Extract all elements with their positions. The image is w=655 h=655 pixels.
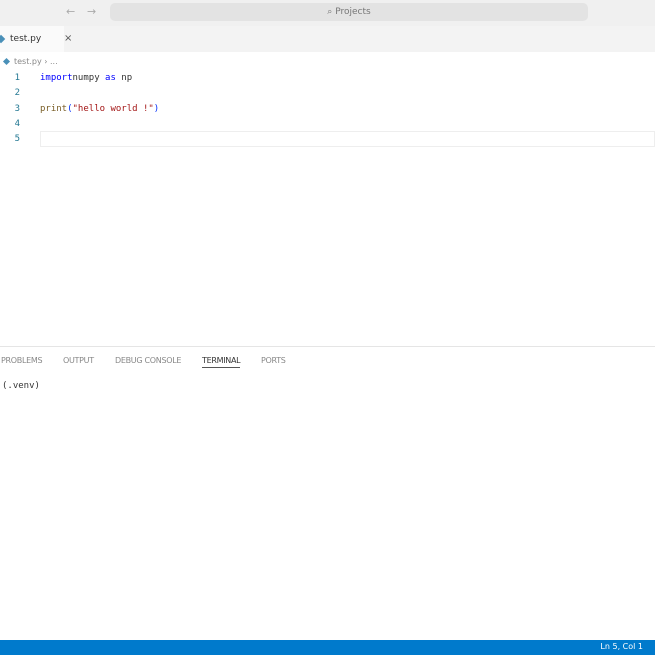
code-token: "hello world !" [72,103,154,114]
python-file-icon [0,34,6,44]
code-token: as [105,73,116,83]
line-number: 2 [14,88,20,99]
code-token: np [115,73,133,83]
tab-output[interactable]: OUTPUT [63,356,94,365]
tab-debug-console[interactable]: DEBUG CONSOLE [115,356,181,365]
tab-test-py[interactable]: test.py × [0,26,72,52]
code-line[interactable]: 5 [0,132,655,147]
command-center-search[interactable]: ⌕ Projects [110,3,588,21]
code-token: print [40,103,68,114]
line-number: 1 [14,73,20,83]
title-bar: ← → ⌕ Projects [0,0,655,26]
line-number: 4 [14,118,20,129]
tab-ports[interactable]: PORTS [261,356,286,365]
code-line[interactable]: 3 print("hello world !") [0,102,655,117]
status-bar: Ln 5, Col 1 [0,640,655,655]
code-line[interactable]: 4 [0,117,655,132]
code-token: numpy [72,73,106,83]
line-number: 5 [14,134,20,145]
cursor-position[interactable]: Ln 5, Col 1 [600,642,643,651]
tab-label: test.py [10,34,42,44]
bottom-panel: PROBLEMS OUTPUT DEBUG CONSOLE TERMINAL P… [0,346,655,640]
code-text: print("hello world !") [40,102,159,117]
code-line[interactable]: 1 importnumpy as np [0,71,655,86]
python-file-icon [2,57,11,66]
code-token: ) [153,103,160,114]
editor-tab-bar: test.py × [0,26,655,52]
code-token: import [40,73,73,83]
terminal-output[interactable]: (.venv) [2,381,40,391]
forward-button[interactable]: → [87,5,96,18]
back-button[interactable]: ← [66,5,75,18]
code-line[interactable]: 2 [0,86,655,101]
line-number: 3 [14,103,20,114]
breadcrumb[interactable]: test.py › ... [2,57,58,66]
close-tab-icon[interactable]: × [64,26,72,52]
code-text: importnumpy as np [40,71,132,86]
tab-problems[interactable]: PROBLEMS [1,356,43,365]
tab-terminal[interactable]: TERMINAL [202,356,241,368]
breadcrumb-text: test.py › ... [14,57,58,66]
